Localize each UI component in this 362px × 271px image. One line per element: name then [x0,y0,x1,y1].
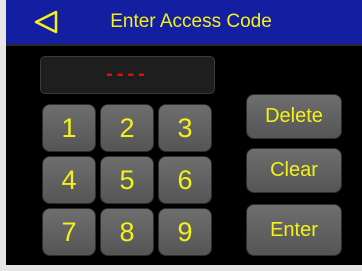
enter-button[interactable]: Enter [246,204,342,256]
clear-button[interactable]: Clear [246,148,342,193]
key-3[interactable]: 3 [158,104,212,152]
code-display: ---- [40,56,215,94]
back-triangle-icon [34,10,58,34]
delete-button[interactable]: Delete [246,94,342,139]
title-bar: Enter Access Code [6,0,362,46]
key-8[interactable]: 8 [100,208,154,256]
page-title: Enter Access Code [110,11,272,32]
key-5[interactable]: 5 [100,156,154,204]
key-7[interactable]: 7 [42,208,96,256]
key-6[interactable]: 6 [158,156,212,204]
back-button[interactable] [32,9,60,35]
key-4[interactable]: 4 [42,156,96,204]
key-9[interactable]: 9 [158,208,212,256]
access-code-screen: Enter Access Code ---- 1 2 3 4 5 6 7 8 9… [0,0,362,271]
key-2[interactable]: 2 [100,104,154,152]
key-1[interactable]: 1 [42,104,96,152]
